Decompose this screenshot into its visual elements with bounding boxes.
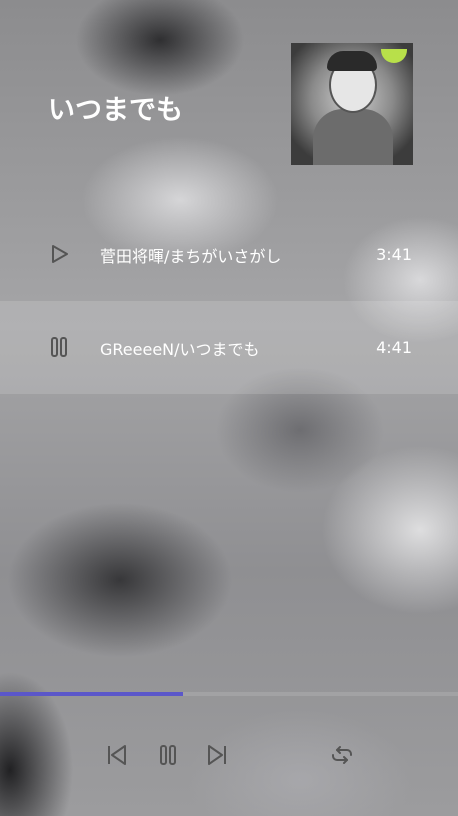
track-row-active[interactable]: GReeeeN/いつまでも 4:41 xyxy=(0,301,458,394)
cover-logo xyxy=(381,49,407,63)
play-icon[interactable] xyxy=(47,242,71,266)
track-name: 菅田将暉/まちがいさがし xyxy=(100,246,282,266)
progress-bar[interactable] xyxy=(0,692,458,696)
pause-icon[interactable] xyxy=(47,335,71,359)
cover-figure-body xyxy=(313,109,393,165)
track-duration: 4:41 xyxy=(376,338,412,357)
album-cover xyxy=(291,43,413,165)
progress-fill xyxy=(0,692,184,696)
track-row[interactable]: 菅田将暉/まちがいさがし 3:41 xyxy=(0,208,458,301)
track-list: 菅田将暉/まちがいさがし 3:41 GReeeeN/いつまでも 4:41 xyxy=(0,208,458,394)
track-duration: 3:41 xyxy=(376,245,412,264)
pause-button[interactable] xyxy=(156,743,180,767)
repeat-icon[interactable] xyxy=(330,743,354,767)
skip-previous-icon[interactable] xyxy=(105,743,129,767)
skip-next-icon[interactable] xyxy=(205,743,229,767)
page-title: いつまでも xyxy=(48,95,183,126)
cover-figure-hair xyxy=(327,51,377,71)
track-name: GReeeeN/いつまでも xyxy=(100,339,260,359)
